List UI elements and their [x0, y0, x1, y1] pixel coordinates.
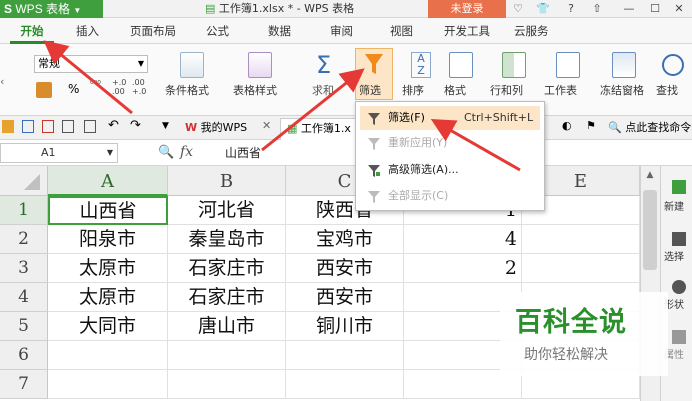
arrow-to-filter-menu-item: [430, 119, 521, 172]
annotation-arrows: [43, 40, 521, 172]
arrow-to-filter-button: [261, 68, 365, 152]
arrow-to-home-tab: [43, 40, 133, 115]
